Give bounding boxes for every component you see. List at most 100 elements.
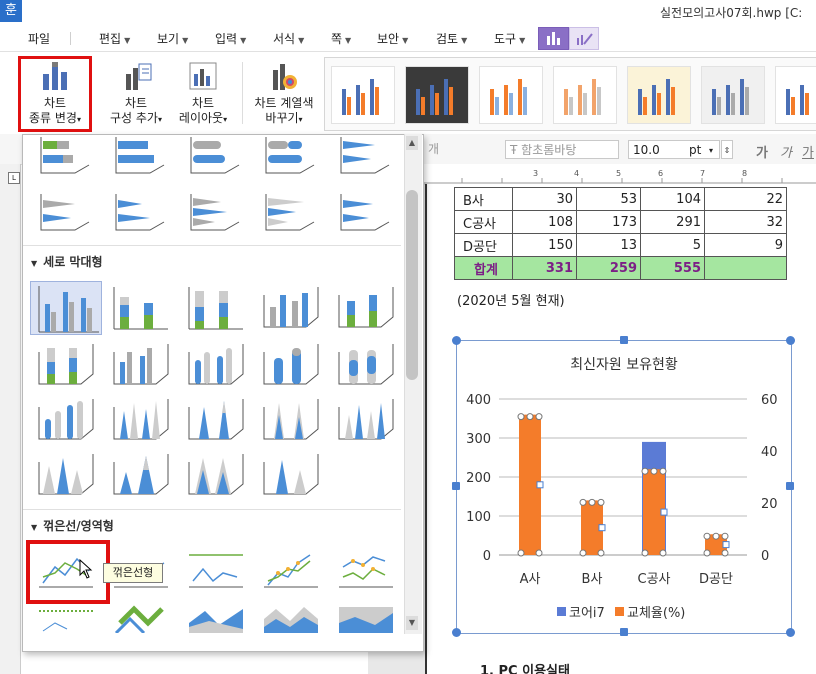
chart-type-option[interactable] <box>35 397 95 443</box>
menu-edit[interactable]: 편집 ▼ <box>99 30 130 47</box>
resize-handle[interactable] <box>786 628 795 637</box>
chart-type-option[interactable] <box>35 452 95 498</box>
table-cell[interactable]: 30 <box>512 187 577 211</box>
table-cell[interactable]: 108 <box>512 210 577 234</box>
font-size-stepper[interactable]: ⇕ <box>721 140 733 159</box>
table-cell[interactable]: 5 <box>640 233 705 257</box>
table-cell[interactable]: 32 <box>704 210 787 234</box>
menu-page[interactable]: 쪽 ▼ <box>331 30 351 47</box>
menu-review[interactable]: 검토 ▼ <box>436 30 467 47</box>
chart-object[interactable]: 최신자원 보유현황 0 100 200 300 400 0 20 40 60 A사 B사 C공사 D… <box>456 340 792 634</box>
table-cell[interactable]: 173 <box>576 210 641 234</box>
table-cell[interactable]: D공단 <box>454 233 513 257</box>
chart-type-option[interactable] <box>260 452 320 498</box>
chart-type-option-100-stacked-column[interactable] <box>185 285 245 331</box>
chart-type-option[interactable] <box>35 135 95 181</box>
chart-type-option[interactable] <box>185 342 245 388</box>
chart-style-thumb[interactable] <box>701 66 765 124</box>
resize-handle[interactable] <box>620 628 628 636</box>
chart-type-option-3d-column[interactable] <box>260 285 320 331</box>
table-cell[interactable]: 150 <box>512 233 577 257</box>
chart-type-option[interactable] <box>185 190 245 236</box>
chart-type-option-stacked-column[interactable] <box>110 285 170 331</box>
chart-type-option[interactable] <box>335 190 395 236</box>
table-cell[interactable]: 259 <box>576 256 641 280</box>
style-box[interactable]: 개 <box>424 140 484 159</box>
table-cell[interactable]: 104 <box>640 187 705 211</box>
table-cell[interactable]: 555 <box>640 256 705 280</box>
chart-style-thumb[interactable] <box>405 66 469 124</box>
chart-style-thumb[interactable] <box>553 66 617 124</box>
chart-type-option[interactable] <box>35 190 95 236</box>
resize-handle[interactable] <box>786 336 795 345</box>
chart-type-option[interactable] <box>35 342 95 388</box>
menu-view[interactable]: 보기 ▼ <box>157 30 188 47</box>
chart-type-option[interactable] <box>335 397 395 443</box>
bold-button[interactable]: 가 <box>756 142 768 161</box>
resize-handle[interactable] <box>786 482 794 490</box>
italic-button[interactable]: 가 <box>780 142 792 161</box>
table-cell[interactable] <box>704 256 787 280</box>
chart-title[interactable]: 최신자원 보유현황 <box>570 357 678 373</box>
add-chart-element-button[interactable]: 차트 구성 추가▾ <box>106 60 166 127</box>
chart-type-option[interactable] <box>260 397 320 443</box>
chart-type-option[interactable] <box>185 135 245 181</box>
table-cell[interactable]: 53 <box>576 187 641 211</box>
chart-type-option-clustered-column[interactable] <box>30 281 102 335</box>
chart-type-option-3d-stacked-column[interactable] <box>335 285 395 331</box>
chart-type-option[interactable] <box>335 135 395 181</box>
chart-type-option[interactable] <box>185 397 245 443</box>
resize-handle[interactable] <box>452 336 461 345</box>
table-cell[interactable]: C공사 <box>454 210 513 234</box>
menu-tools[interactable]: 도구 ▼ <box>494 30 525 47</box>
chart-type-option-line-markers[interactable] <box>260 547 320 593</box>
underline-button[interactable]: 가 <box>802 142 814 161</box>
table-cell[interactable]: 13 <box>576 233 641 257</box>
menu-security[interactable]: 보안 ▼ <box>377 30 408 47</box>
chart-layout-button[interactable]: 차트 레이아웃▾ <box>172 60 234 127</box>
resize-handle[interactable] <box>452 482 460 490</box>
chart-type-option[interactable] <box>260 135 320 181</box>
chart-type-option[interactable] <box>110 342 170 388</box>
note-paragraph[interactable]: (2020년 5월 현재) <box>457 290 565 309</box>
chart-type-option[interactable] <box>185 452 245 498</box>
app-icon[interactable]: 훈 <box>0 0 22 22</box>
chart-color-button[interactable]: 차트 계열색 바꾸기▾ <box>248 60 320 127</box>
chart-type-option[interactable] <box>185 603 245 649</box>
chart-type-option[interactable] <box>335 342 395 388</box>
chart-type-option[interactable] <box>335 603 395 649</box>
chart-type-option[interactable] <box>110 452 170 498</box>
ruler-corner-icon[interactable]: L <box>8 172 20 184</box>
font-name-box[interactable]: Ŧ 함초롬바탕 <box>505 140 619 159</box>
menu-insert[interactable]: 입력 ▼ <box>215 30 246 47</box>
chart-type-option[interactable] <box>110 190 170 236</box>
table-cell[interactable]: 22 <box>704 187 787 211</box>
section-heading[interactable]: 1. PC 이용실태 <box>480 660 570 674</box>
chart-type-option[interactable] <box>110 603 170 649</box>
table-cell[interactable]: 291 <box>640 210 705 234</box>
chart-type-option-stacked-line-markers[interactable] <box>335 547 395 593</box>
chart-format-context-tab[interactable] <box>569 27 599 50</box>
table-cell[interactable]: 331 <box>512 256 577 280</box>
chart-legend[interactable]: 코어i7 교체율(%) <box>557 606 685 621</box>
menu-file[interactable]: 파일 <box>28 30 50 47</box>
table-cell[interactable]: B사 <box>454 187 513 211</box>
chart-type-option[interactable] <box>260 190 320 236</box>
chart-style-thumb[interactable] <box>775 66 816 124</box>
menu-format[interactable]: 서식 ▼ <box>273 30 304 47</box>
chart-context-tab[interactable] <box>538 27 569 50</box>
scroll-down-arrow-icon[interactable]: ▼ <box>406 616 418 630</box>
resize-handle[interactable] <box>452 628 461 637</box>
chart-type-option[interactable] <box>110 397 170 443</box>
scroll-up-arrow-icon[interactable]: ▲ <box>406 136 418 150</box>
chart-style-thumb[interactable] <box>479 66 543 124</box>
font-size-box[interactable]: 10.0 pt ▾ <box>628 140 720 159</box>
scrollbar-thumb[interactable] <box>406 190 418 380</box>
table-cell[interactable]: 합계 <box>454 256 513 280</box>
chart-type-option[interactable] <box>260 603 320 649</box>
resize-handle[interactable] <box>620 336 628 344</box>
chart-type-option-100-line[interactable] <box>185 547 245 593</box>
chart-style-thumb[interactable] <box>331 66 395 124</box>
chart-type-option[interactable] <box>110 135 170 181</box>
table-cell[interactable]: 9 <box>704 233 787 257</box>
